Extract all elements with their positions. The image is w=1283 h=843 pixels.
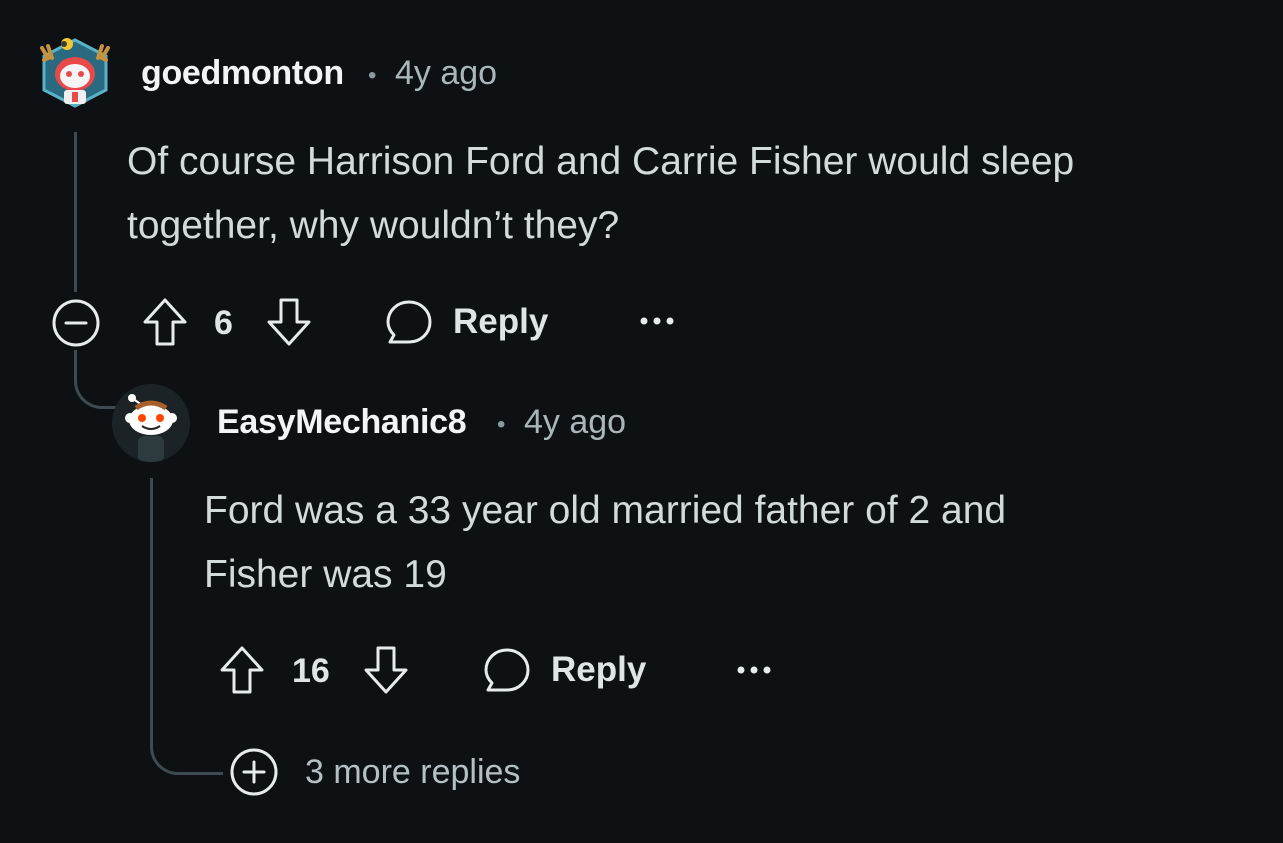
reply-button-label: Reply [453,302,549,341]
comment-body-line: Fisher was 19 [204,553,447,596]
comment-author[interactable]: EasyMechanic8 [217,403,467,442]
vote-score: 6 [214,304,233,342]
downvote-icon[interactable] [265,296,313,348]
user-avatar[interactable] [38,34,112,110]
comment-body-line: together, why wouldn’t they? [127,204,620,247]
reply-button-label: Reply [551,650,647,689]
snoo-avatar-default-icon [112,384,190,462]
more-replies-branch-curve [150,736,223,775]
thread-branch-curve [74,368,119,409]
reply-thread-line [150,478,153,738]
comment-body-line: Ford was a 33 year old married father of… [204,489,1007,532]
upvote-icon[interactable] [218,644,266,696]
thread-line-mid [74,350,77,370]
more-options-icon[interactable] [637,315,677,327]
meta-separator: • [497,411,506,438]
user-avatar[interactable] [112,384,190,462]
more-options-icon[interactable] [734,664,774,676]
comment-bubble-icon [484,648,530,692]
comment-timestamp: 4y ago [524,403,627,441]
downvote-icon[interactable] [362,644,410,696]
collapse-thread-icon[interactable] [50,297,102,349]
meta-separator: • [368,62,377,89]
upvote-icon[interactable] [141,296,189,348]
comment-author[interactable]: goedmonton [141,54,344,93]
more-replies-label: 3 more replies [305,753,521,791]
expand-plus-icon [230,748,278,796]
snoo-avatar-moose-icon [40,38,110,108]
comment-bubble-icon [386,300,432,344]
comment-timestamp: 4y ago [395,54,498,92]
thread-line-top [74,132,77,292]
comment-body-line: Of course Harrison Ford and Carrie Fishe… [127,140,1075,183]
vote-score: 16 [292,652,330,690]
